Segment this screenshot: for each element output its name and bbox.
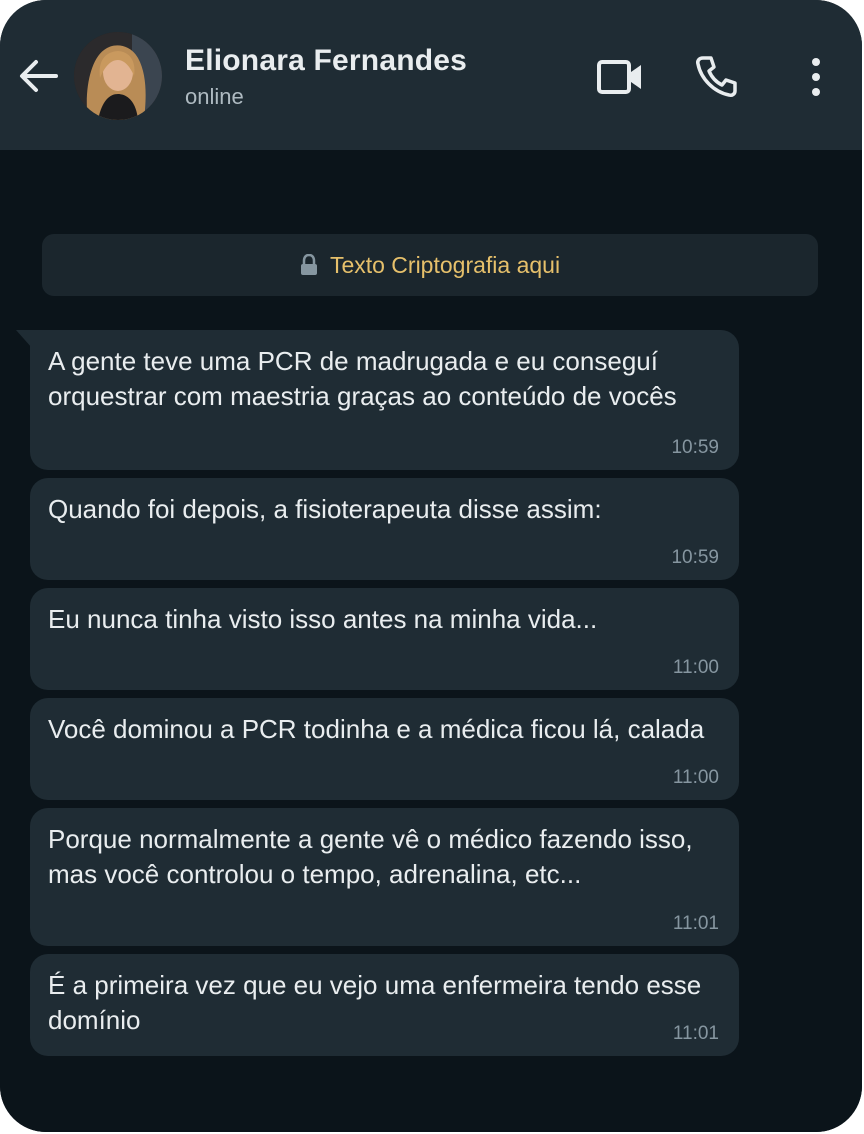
contact-name[interactable]: Elionara Fernandes [185, 44, 467, 78]
avatar[interactable] [74, 32, 162, 120]
message-text: A gente teve uma PCR de madrugada e eu c… [48, 346, 677, 411]
phone-icon[interactable] [694, 54, 738, 98]
encryption-text: Texto Criptografia aqui [329, 251, 561, 278]
message-time: 10:59 [671, 437, 719, 458]
message-text: Eu nunca tinha visto isso antes na minha… [48, 604, 598, 634]
message-time: 10:59 [671, 547, 719, 568]
message-time: 11:00 [672, 657, 719, 678]
message-time: 11:00 [672, 767, 719, 788]
message-text: Porque normalmente a gente vê o médico f… [48, 824, 693, 889]
message-text: Quando foi depois, a fisioterapeuta diss… [48, 494, 602, 524]
message-bubble[interactable]: Você dominou a PCR todinha e a médica fi… [30, 698, 739, 800]
avatar-photo [74, 32, 162, 120]
message-text: É a primeira vez que eu vejo uma enferme… [48, 970, 702, 1035]
message-time: 11:01 [672, 913, 719, 934]
video-call-icon[interactable] [596, 58, 644, 96]
chat-area[interactable]: Texto Criptografia aqui A gente teve uma… [0, 150, 862, 1132]
lock-icon [300, 254, 317, 275]
message-time: 11:01 [672, 1023, 719, 1044]
message-bubble[interactable]: Quando foi depois, a fisioterapeuta diss… [30, 478, 739, 580]
message-bubble[interactable]: É a primeira vez que eu vejo uma enferme… [30, 954, 739, 1056]
bubble-tail [16, 330, 32, 348]
encryption-notice[interactable]: Texto Criptografia aqui [42, 234, 818, 296]
chat-header: Elionara Fernandes online [0, 0, 862, 150]
message-bubble[interactable]: Eu nunca tinha visto isso antes na minha… [30, 588, 739, 690]
message-bubble[interactable]: Porque normalmente a gente vê o médico f… [30, 808, 739, 946]
contact-status: online [185, 84, 244, 109]
message-bubble[interactable]: A gente teve uma PCR de madrugada e eu c… [16, 330, 739, 470]
more-options-icon[interactable] [806, 56, 826, 98]
message-text: Você dominou a PCR todinha e a médica fi… [48, 714, 705, 744]
phone-frame: Elionara Fernandes online Texto Criptogr… [0, 0, 862, 1132]
back-arrow-icon[interactable] [18, 58, 58, 94]
